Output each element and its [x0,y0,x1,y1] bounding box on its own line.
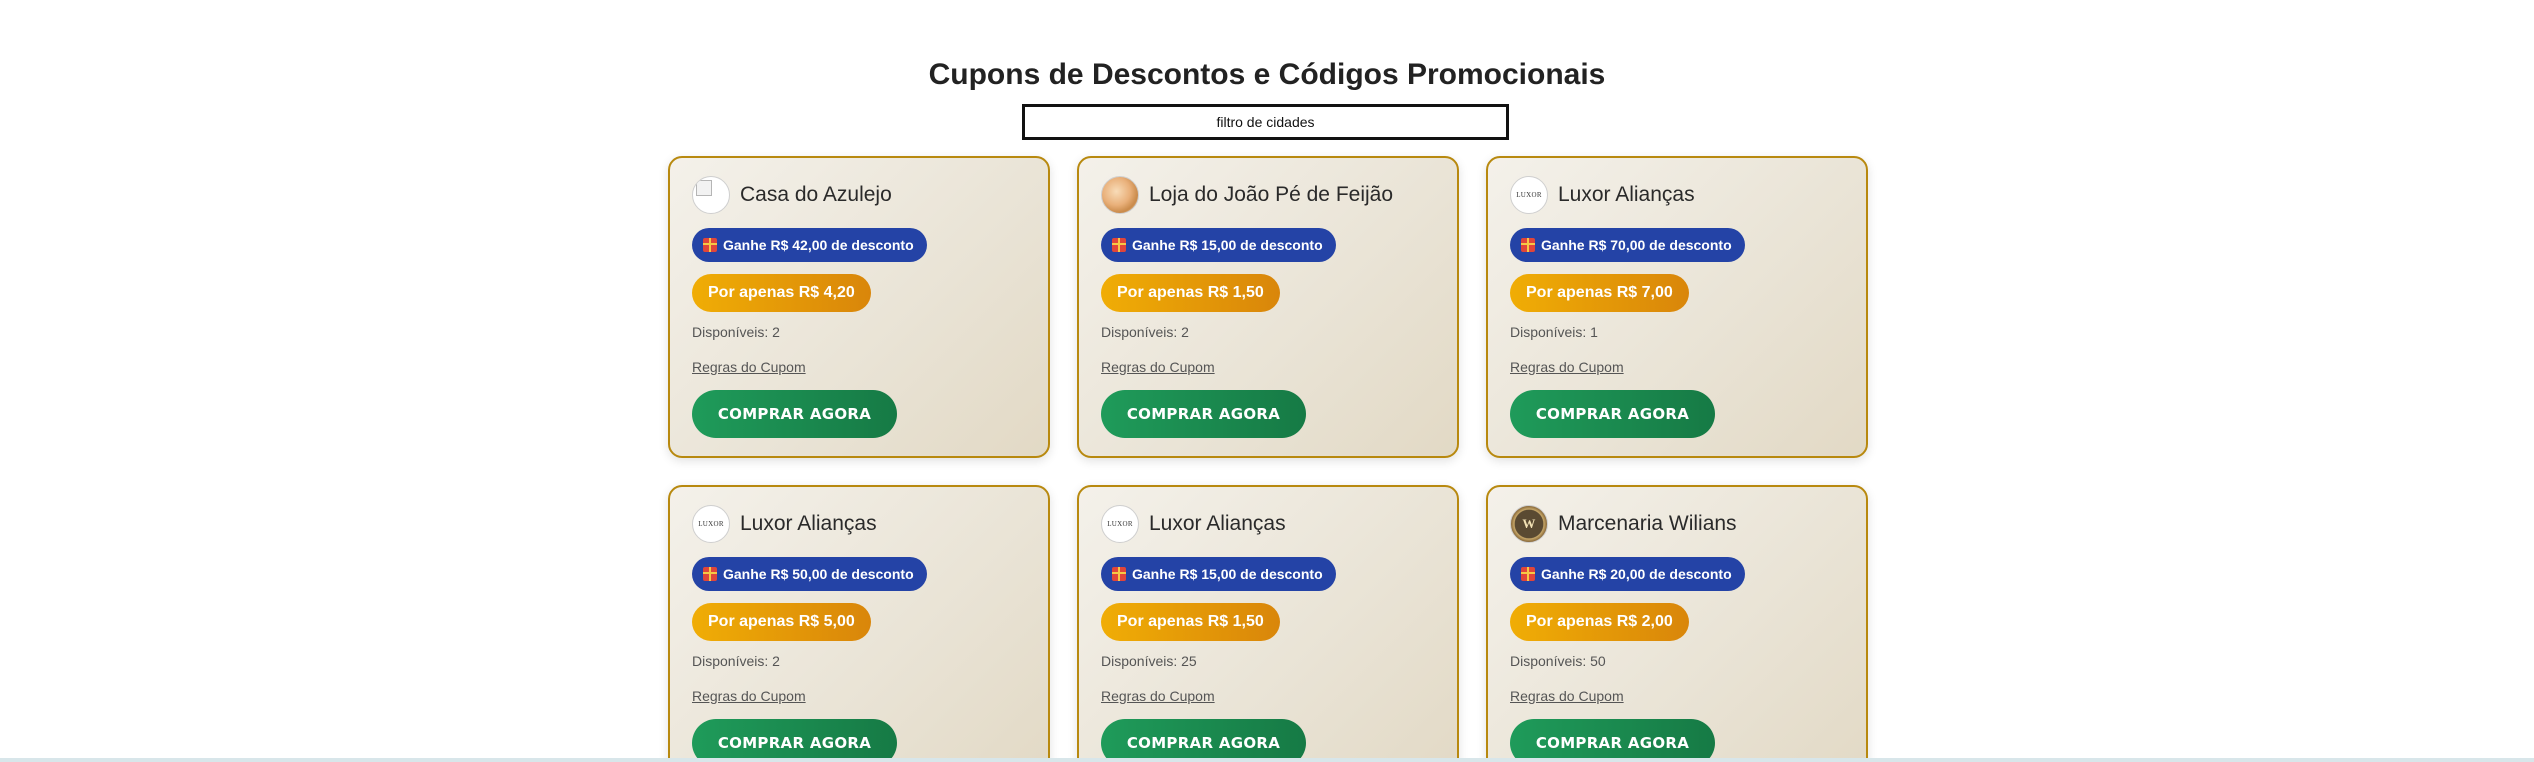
store-name: Loja do João Pé de Feijão [1149,183,1394,206]
available-count: Disponíveis: 50 [1510,653,1606,669]
card-header: LUXOR Luxor Alianças [1510,176,1695,214]
broken-image-icon [696,180,712,196]
page-title: Cupons de Descontos e Códigos Promociona… [928,58,1606,91]
horizontal-scrollbar[interactable] [0,758,2534,762]
coupon-rules-link[interactable]: Regras do Cupom [692,359,806,375]
store-name: Luxor Alianças [1149,512,1286,535]
gift-icon [703,567,717,581]
store-name: Marcenaria Wilians [1558,512,1737,535]
coupon-card: Loja do João Pé de Feijão Ganhe R$ 15,00… [1077,156,1459,458]
available-count: Disponíveis: 2 [692,324,780,340]
discount-label: Ganhe R$ 42,00 de desconto [723,237,914,253]
discount-label: Ganhe R$ 50,00 de desconto [723,566,914,582]
buy-now-button[interactable]: COMPRAR AGORA [692,719,897,762]
gift-icon [1112,567,1126,581]
price-badge: Por apenas R$ 7,00 [1510,274,1689,312]
buy-now-button[interactable]: COMPRAR AGORA [1510,719,1715,762]
coupon-card: W Marcenaria Wilians Ganhe R$ 20,00 de d… [1486,485,1868,762]
coupon-rules-link[interactable]: Regras do Cupom [1510,688,1624,704]
gift-icon [1521,238,1535,252]
card-header: W Marcenaria Wilians [1510,505,1737,543]
discount-badge: Ganhe R$ 20,00 de desconto [1510,557,1745,591]
gift-icon [1112,238,1126,252]
available-count: Disponíveis: 25 [1101,653,1197,669]
store-logo: LUXOR [692,505,730,543]
city-filter-input[interactable] [1022,104,1509,140]
price-badge: Por apenas R$ 4,20 [692,274,871,312]
discount-badge: Ganhe R$ 50,00 de desconto [692,557,927,591]
price-badge: Por apenas R$ 5,00 [692,603,871,641]
discount-badge: Ganhe R$ 42,00 de desconto [692,228,927,262]
store-name: Luxor Alianças [740,512,877,535]
discount-badge: Ganhe R$ 70,00 de desconto [1510,228,1745,262]
available-count: Disponíveis: 1 [1510,324,1598,340]
coupon-card: Casa do Azulejo Ganhe R$ 42,00 de descon… [668,156,1050,458]
store-name: Luxor Alianças [1558,183,1695,206]
coupon-rules-link[interactable]: Regras do Cupom [1510,359,1624,375]
coupons-page: Cupons de Descontos e Códigos Promociona… [0,0,2534,762]
store-logo [1101,176,1139,214]
store-logo: W [1510,505,1548,543]
price-badge: Por apenas R$ 1,50 [1101,274,1280,312]
available-count: Disponíveis: 2 [692,653,780,669]
coupon-card: LUXOR Luxor Alianças Ganhe R$ 15,00 de d… [1077,485,1459,762]
gift-icon [1521,567,1535,581]
coupon-grid: Casa do Azulejo Ganhe R$ 42,00 de descon… [668,156,1868,762]
coupon-rules-link[interactable]: Regras do Cupom [1101,688,1215,704]
store-logo: LUXOR [1510,176,1548,214]
discount-label: Ganhe R$ 70,00 de desconto [1541,237,1732,253]
buy-now-button[interactable]: COMPRAR AGORA [692,390,897,438]
discount-label: Ganhe R$ 20,00 de desconto [1541,566,1732,582]
coupon-rules-link[interactable]: Regras do Cupom [692,688,806,704]
coupon-card: LUXOR Luxor Alianças Ganhe R$ 70,00 de d… [1486,156,1868,458]
discount-label: Ganhe R$ 15,00 de desconto [1132,237,1323,253]
store-name: Casa do Azulejo [740,183,892,206]
buy-now-button[interactable]: COMPRAR AGORA [1510,390,1715,438]
card-header: LUXOR Luxor Alianças [1101,505,1286,543]
card-header: Casa do Azulejo [692,176,892,214]
card-header: Loja do João Pé de Feijão [1101,176,1393,214]
store-logo [692,176,730,214]
gift-icon [703,238,717,252]
coupon-card: LUXOR Luxor Alianças Ganhe R$ 50,00 de d… [668,485,1050,762]
discount-badge: Ganhe R$ 15,00 de desconto [1101,228,1336,262]
price-badge: Por apenas R$ 2,00 [1510,603,1689,641]
card-header: LUXOR Luxor Alianças [692,505,877,543]
buy-now-button[interactable]: COMPRAR AGORA [1101,390,1306,438]
available-count: Disponíveis: 2 [1101,324,1189,340]
store-logo: LUXOR [1101,505,1139,543]
buy-now-button[interactable]: COMPRAR AGORA [1101,719,1306,762]
coupon-rules-link[interactable]: Regras do Cupom [1101,359,1215,375]
discount-label: Ganhe R$ 15,00 de desconto [1132,566,1323,582]
price-badge: Por apenas R$ 1,50 [1101,603,1280,641]
discount-badge: Ganhe R$ 15,00 de desconto [1101,557,1336,591]
